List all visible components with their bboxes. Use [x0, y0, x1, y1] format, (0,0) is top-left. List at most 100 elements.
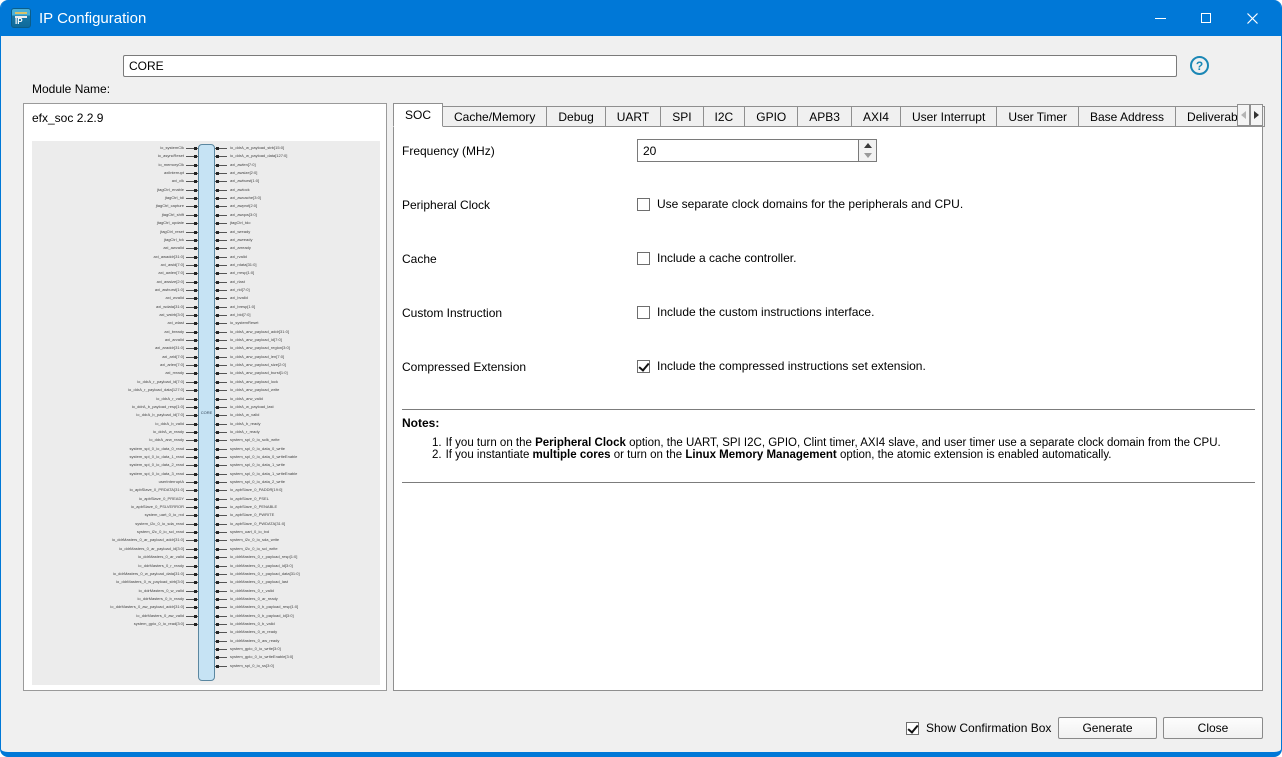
tab-i2c[interactable]: I2C	[704, 106, 746, 127]
close-window-button[interactable]	[1229, 0, 1275, 36]
pin-dot	[194, 306, 197, 309]
pin-label: axi_rresp[1:0]	[230, 271, 254, 275]
pin-label: io_ddrMasters_0_r_valid	[230, 589, 274, 593]
pin-dot	[194, 256, 197, 259]
close-button[interactable]: Close	[1163, 717, 1263, 739]
pin-label: io_ddrA_w_valid	[230, 413, 259, 417]
pin-dot	[194, 539, 197, 542]
pin-label: axi_awlock	[230, 188, 250, 192]
tab-user-interrupt[interactable]: User Interrupt	[901, 106, 997, 127]
pin-dot	[194, 180, 197, 183]
maximize-button[interactable]	[1183, 0, 1229, 36]
pin-label: io_ddrMasters_0_ar_payload_addr[31:0]	[112, 538, 184, 542]
pin-label: axi_bvalid	[230, 296, 248, 300]
checkbox-label: Include the custom instructions interfac…	[657, 305, 874, 319]
tab-debug[interactable]: Debug	[547, 106, 605, 127]
pin-dot	[194, 489, 197, 492]
show-confirmation-option[interactable]: Show Confirmation Box	[906, 721, 1051, 735]
pin-dot	[216, 665, 219, 668]
help-icon[interactable]: ?	[1190, 56, 1209, 75]
tab-axi4[interactable]: AXI4	[852, 106, 901, 127]
core-block: CORE	[198, 144, 215, 681]
tab-base-address[interactable]: Base Address	[1079, 106, 1176, 127]
pin-dot	[194, 548, 197, 551]
pin-dot	[194, 389, 197, 392]
peripheral-clock-option[interactable]: Use separate clock domains for the perip…	[637, 197, 963, 211]
frequency-input[interactable]	[637, 139, 858, 162]
compressed-extension-checkbox[interactable]	[637, 360, 650, 373]
pin-dot	[216, 239, 219, 242]
pin-label: io_ddrMasters_0_b_valid	[230, 622, 275, 626]
frequency-spinbox	[637, 139, 877, 162]
pin-label: axi_wready	[230, 230, 250, 234]
pin-label: system_uart_0_io_txd	[230, 530, 269, 534]
notes-title: Notes:	[402, 416, 439, 430]
spin-down-button[interactable]	[859, 151, 876, 162]
tab-user-timer[interactable]: User Timer	[997, 106, 1079, 127]
tab-uart[interactable]: UART	[606, 106, 661, 127]
custom-instruction-checkbox[interactable]	[637, 306, 650, 319]
pin-dot	[216, 289, 219, 292]
pin-dot	[216, 297, 219, 300]
pin-label: io_ddrA_arw_payload_size[2:0]	[230, 363, 286, 367]
pin-dot	[216, 364, 219, 367]
pin-dot	[194, 498, 197, 501]
pin-label: axi_awlen[7:0]	[158, 271, 184, 275]
pin-dot	[194, 189, 197, 192]
pin-label: io_ddrA_r_payload_id[7:0]	[137, 380, 184, 384]
custom-instruction-option[interactable]: Include the custom instructions interfac…	[637, 305, 874, 319]
peripheral-clock-checkbox[interactable]	[637, 198, 650, 211]
tab-scroll-right-button[interactable]	[1250, 104, 1263, 126]
pin-dot	[216, 398, 219, 401]
pin-dot	[216, 615, 219, 618]
pin-label: system_spi_0_io_data_1_write	[230, 463, 285, 467]
pin-label: io_memoryClk	[158, 163, 184, 167]
pin-label: io_ddrA_r_payload_data[127:0]	[128, 388, 184, 392]
spin-up-button[interactable]	[859, 140, 876, 151]
compressed-extension-option[interactable]: Include the compressed instructions set …	[637, 359, 926, 373]
tab-gpio[interactable]: GPIO	[745, 106, 798, 127]
pin-dot	[194, 448, 197, 451]
pin-dot	[216, 356, 219, 359]
pin-label: io_apbSlave_0_PWRITE	[230, 513, 274, 517]
tab-bar: SOCCache/MemoryDebugUARTSPII2CGPIOAPB3AX…	[393, 103, 1237, 127]
cache-checkbox[interactable]	[637, 252, 650, 265]
pin-dot	[194, 264, 197, 267]
pin-dot	[216, 322, 219, 325]
pin-dot	[194, 214, 197, 217]
checkbox-label: Use separate clock domains for the perip…	[657, 197, 963, 211]
cache-option[interactable]: Include a cache controller.	[637, 251, 796, 265]
spin-down-icon	[864, 153, 872, 158]
pin-label: io_ddrMasters_0_w_payload_data[31:0]	[113, 572, 184, 576]
pin-label: axi_wdata[31:0]	[156, 305, 184, 309]
pin-dot	[194, 314, 197, 317]
minimize-button[interactable]	[1137, 0, 1183, 36]
pin-dot	[216, 189, 219, 192]
module-name-input[interactable]	[123, 55, 1177, 77]
pin-label: jtagCtrl_reset	[160, 230, 184, 234]
tab-cache-memory[interactable]: Cache/Memory	[443, 106, 547, 127]
pin-dot	[194, 281, 197, 284]
tab-soc[interactable]: SOC	[393, 103, 443, 127]
pin-label: io_apbSlave_0_PADDR[19:0]	[230, 488, 282, 492]
tab-apb3[interactable]: APB3	[798, 106, 852, 127]
generate-button[interactable]: Generate	[1058, 717, 1157, 739]
chevron-right-icon	[1254, 111, 1259, 119]
minimize-icon	[1155, 18, 1166, 19]
pin-label: axi_bresp[1:0]	[230, 305, 255, 309]
pin-label: axi_rdata[31:0]	[230, 263, 256, 267]
show-confirmation-checkbox[interactable]	[906, 722, 919, 735]
tab-spi[interactable]: SPI	[661, 106, 703, 127]
pin-dot	[216, 256, 219, 259]
pin-dot	[216, 498, 219, 501]
pin-label: io_ddrMasters_0_aw_payload_addr[31:0]	[110, 605, 184, 609]
pin-label: axi_arvalid	[165, 338, 184, 342]
tab-scroll-left-button[interactable]	[1237, 104, 1250, 126]
pin-label: io_ddrA_arw_payload_len[7:0]	[230, 355, 284, 359]
note-number: 2.	[432, 449, 442, 461]
pin-dot	[194, 339, 197, 342]
pin-label: io_ddrA_w_payload_strb[15:0]	[230, 146, 284, 150]
pin-dot	[216, 523, 219, 526]
pin-dot	[216, 431, 219, 434]
block-diagram-panel: efx_soc 2.2.9 CORE io_systemClkio_asyncR…	[23, 103, 387, 691]
